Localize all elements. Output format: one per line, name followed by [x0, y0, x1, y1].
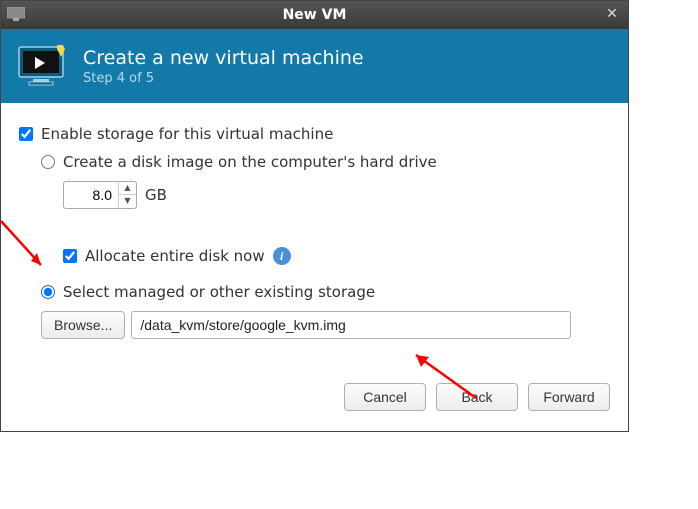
vm-app-icon — [7, 7, 25, 21]
allocate-now-label[interactable]: Allocate entire disk now — [85, 247, 265, 265]
enable-storage-checkbox[interactable] — [19, 127, 33, 141]
wizard-footer: Cancel Back Forward — [1, 369, 628, 431]
wizard-title: Create a new virtual machine — [83, 47, 364, 69]
allocate-now-checkbox[interactable] — [63, 249, 77, 263]
back-button[interactable]: Back — [436, 383, 518, 411]
storage-path-input[interactable] — [131, 311, 571, 339]
wizard-body: Enable storage for this virtual machine … — [1, 103, 628, 369]
browse-button[interactable]: Browse... — [41, 311, 125, 339]
disk-size-input[interactable] — [64, 183, 118, 207]
forward-button[interactable]: Forward — [528, 383, 610, 411]
wizard-step: Step 4 of 5 — [83, 71, 364, 86]
cancel-button[interactable]: Cancel — [344, 383, 426, 411]
info-icon[interactable]: i — [273, 247, 291, 265]
create-disk-radio[interactable] — [41, 155, 55, 169]
window-title: New VM — [283, 7, 347, 23]
select-managed-label[interactable]: Select managed or other existing storage — [63, 283, 375, 301]
create-disk-label[interactable]: Create a disk image on the computer's ha… — [63, 153, 437, 171]
spinner-up-icon[interactable]: ▲ — [119, 182, 136, 195]
disk-size-spinner[interactable]: ▲ ▼ — [63, 181, 137, 209]
monitor-create-icon — [17, 43, 69, 89]
titlebar: New VM ✕ — [1, 1, 628, 29]
spinner-down-icon[interactable]: ▼ — [119, 195, 136, 208]
disk-size-unit: GB — [145, 186, 167, 204]
wizard-header: Create a new virtual machine Step 4 of 5 — [1, 29, 628, 103]
select-managed-radio[interactable] — [41, 285, 55, 299]
new-vm-dialog: New VM ✕ Create a new virtual machine St… — [0, 0, 629, 432]
close-icon[interactable]: ✕ — [604, 6, 620, 22]
enable-storage-label[interactable]: Enable storage for this virtual machine — [41, 125, 333, 143]
